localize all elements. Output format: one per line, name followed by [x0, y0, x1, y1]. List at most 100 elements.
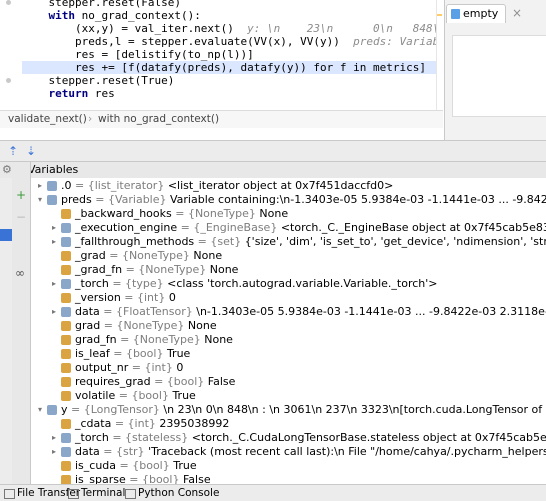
variable-name: _torch — [75, 431, 109, 444]
variable-row[interactable]: grad_fn = {NoneType} None — [31, 333, 546, 347]
variable-name: grad_fn — [75, 333, 117, 346]
variable-type-icon — [61, 251, 71, 261]
variable-row[interactable]: volatile = {bool} True — [31, 389, 546, 403]
code-line[interactable]: stepper.reset(True) — [22, 74, 174, 87]
variable-row[interactable]: is_sparse = {bool} False — [31, 473, 546, 484]
variable-value: \n 23\n 0\n 848\n : \n 3061\n 237\n 3323… — [163, 403, 546, 416]
variable-row[interactable]: grad = {NoneType} None — [31, 319, 546, 333]
variable-row[interactable]: ▸ _torch = {stateless} <torch._C.CudaLong… — [31, 431, 546, 445]
variable-name: _backward_hooks — [75, 207, 172, 220]
code-text: res += [f(datafy(preds), datafy(y)) for … — [22, 61, 426, 74]
variable-text: is_cuda = {bool} True — [75, 459, 197, 473]
code-line[interactable]: return res — [22, 87, 114, 100]
variable-name: _torch — [75, 277, 109, 290]
step-down-icon[interactable]: ⇣ — [24, 144, 38, 158]
code-text: preds,l = stepper.evaluate(VV(x), VV(y)) — [22, 35, 340, 48]
code-line[interactable]: (xx,y) = val_iter.next() y: \n 23\n 0\n … — [22, 22, 443, 35]
code-text: stepper.reset(True) — [22, 74, 175, 87]
code-line[interactable]: preds,l = stepper.evaluate(VV(x), VV(y))… — [22, 35, 443, 48]
variable-row[interactable]: ▸ data = {str} 'Traceback (most recent ca… — [31, 445, 546, 459]
selected-frame-marker[interactable] — [0, 229, 12, 241]
variable-row[interactable]: is_cuda = {bool} True — [31, 459, 546, 473]
variable-type-icon — [61, 349, 71, 359]
variable-name: _grad — [75, 249, 106, 262]
variable-type-icon — [61, 433, 71, 443]
variable-type-icon — [61, 419, 71, 429]
variable-row[interactable]: requires_grad = {bool} False — [31, 375, 546, 389]
variable-row[interactable]: _grad = {NoneType} None — [31, 249, 546, 263]
terminal-button[interactable]: Terminal — [81, 485, 125, 501]
code-line[interactable]: res = [delistify(to_np(l))] — [22, 48, 254, 61]
variable-value: 0 — [168, 291, 176, 304]
collapsed-arrow-icon[interactable]: ▸ — [49, 431, 59, 445]
add-watch-icon[interactable]: + — [16, 188, 26, 202]
variable-value: <torch._C._EngineBase object at 0x7f45ca… — [280, 221, 546, 234]
error-stripe-mark[interactable] — [437, 14, 442, 16]
variable-text: data = {str} 'Traceback (most recent cal… — [75, 445, 546, 459]
step-up-icon[interactable]: ⇡ — [6, 144, 20, 158]
code-keyword: return — [22, 87, 95, 100]
variable-row[interactable]: _grad_fn = {NoneType} None — [31, 263, 546, 277]
variable-row[interactable]: ▾ preds = {Variable} Variable containing:… — [31, 193, 546, 207]
variable-type: = {set} — [194, 235, 245, 248]
editor-scrollbar[interactable] — [436, 0, 443, 110]
variable-name: output_nr — [75, 361, 129, 374]
view-as-icon[interactable]: ∞ — [15, 266, 25, 280]
variable-value: 2395038992 — [159, 417, 230, 430]
variable-type: = {int} — [128, 361, 177, 374]
variable-row[interactable]: _version = {int} 0 — [31, 291, 546, 305]
code-line[interactable]: res += [f(datafy(preds), datafy(y)) for … — [22, 61, 436, 74]
variable-row[interactable]: ▸ _torch = {type} <class 'torch.autograd.… — [31, 277, 546, 291]
variable-text: _grad_fn = {NoneType} None — [75, 263, 238, 277]
variable-name: is_leaf — [75, 347, 110, 360]
variable-type-icon — [47, 405, 57, 415]
close-icon[interactable]: × — [510, 6, 524, 20]
breadcrumb-validate-next[interactable]: validate_next() — [8, 111, 87, 128]
variable-row[interactable]: ▸ data = {FloatTensor} \n-1.3403e-05 5.93… — [31, 305, 546, 319]
variable-row[interactable]: output_nr = {int} 0 — [31, 361, 546, 375]
code-line[interactable]: with no_grad_context(): — [22, 9, 200, 22]
variable-row[interactable]: ▸ _execution_engine = {_EngineBase} <torc… — [31, 221, 546, 235]
tab-empty[interactable]: empty — [446, 4, 506, 23]
collapsed-arrow-icon[interactable]: ▸ — [49, 445, 59, 459]
variable-row[interactable]: ▸ .0 = {list_iterator} <list_iterator obj… — [31, 179, 546, 193]
variable-text: is_leaf = {bool} True — [75, 347, 190, 361]
code-editor[interactable]: stepper.reset(False) with no_grad_contex… — [0, 0, 443, 110]
breadcrumb-no-grad-context[interactable]: with no_grad_context() — [98, 111, 219, 128]
remove-watch-icon[interactable]: − — [16, 210, 26, 224]
variable-type: = {FloatTensor} — [99, 305, 197, 318]
code-text: res = [delistify(to_np(l))] — [22, 48, 254, 61]
collapsed-arrow-icon[interactable]: ▸ — [49, 305, 59, 319]
variable-name: data — [75, 305, 100, 318]
fold-marker-icon[interactable] — [6, 78, 11, 83]
variable-type-icon — [61, 447, 71, 457]
expanded-arrow-icon[interactable]: ▾ — [35, 403, 45, 417]
variable-type: = {int} — [120, 291, 169, 304]
collapsed-arrow-icon[interactable]: ▸ — [49, 277, 59, 291]
variable-row[interactable]: ▸ _fallthrough_methods = {set} {'size', '… — [31, 235, 546, 249]
inline-debug-value: preds: Variable containing:\n-1.3403e-05 — [353, 35, 443, 48]
variable-row[interactable]: is_leaf = {bool} True — [31, 347, 546, 361]
code-line[interactable]: stepper.reset(False) — [22, 0, 180, 9]
variable-type-icon — [61, 265, 71, 275]
variable-type-icon — [61, 223, 71, 233]
variable-row[interactable]: ▾ y = {LongTensor} \n 23\n 0\n 848\n : \n… — [31, 403, 546, 417]
variables-tree[interactable]: ▸ .0 = {list_iterator} <list_iterator obj… — [31, 178, 546, 484]
code-text: (xx,y) = val_iter.next() — [22, 22, 234, 35]
variable-row[interactable]: _backward_hooks = {NoneType} None — [31, 207, 546, 221]
collapsed-arrow-icon[interactable]: ▸ — [49, 221, 59, 235]
expanded-arrow-icon[interactable]: ▾ — [35, 193, 45, 207]
python-console-button[interactable]: Python Console — [138, 485, 219, 501]
variable-type-icon — [61, 363, 71, 373]
variable-name: volatile — [75, 389, 116, 402]
tab-label: empty — [463, 7, 499, 20]
collapsed-arrow-icon[interactable]: ▸ — [35, 179, 45, 193]
variable-type-icon — [61, 377, 71, 387]
fold-marker-icon[interactable] — [6, 0, 11, 5]
collapsed-arrow-icon[interactable]: ▸ — [49, 235, 59, 249]
file-transfer-icon — [4, 489, 15, 499]
variable-name: data — [75, 445, 100, 458]
status-bar: File Transfer Terminal Python Console — [0, 484, 546, 501]
settings-icon[interactable]: ⚙ — [2, 162, 12, 178]
variable-row[interactable]: _cdata = {int} 2395038992 — [31, 417, 546, 431]
